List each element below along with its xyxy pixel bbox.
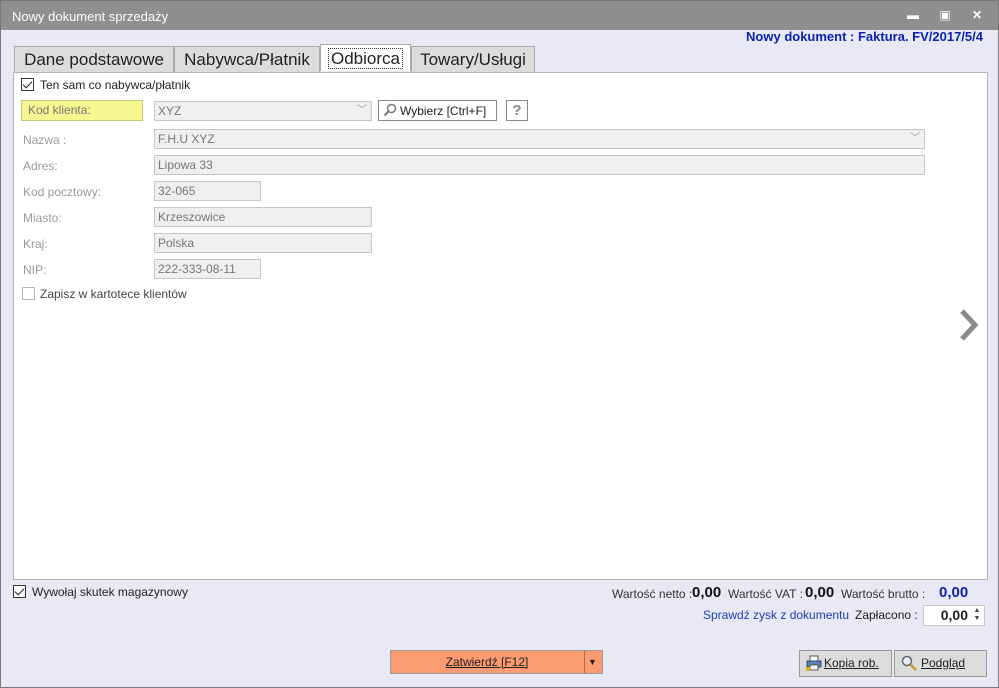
window-title: Nowy dokument sprzedaży [12,9,169,24]
city-field[interactable]: Krzeszowice [154,207,372,227]
tab-nabywca-platnik[interactable]: Nabywca/Płatnik [174,46,320,72]
tab-odbiorca[interactable]: Odbiorca [320,44,411,71]
preview-label: Podgląd [921,656,966,670]
paid-label: Zapłacono : [855,608,918,622]
document-header: Nowy dokument : Faktura. FV/2017/5/4 [746,29,983,44]
confirm-label: Zatwierdź [F12] [445,655,529,669]
postal-code-field[interactable]: 32-065 [154,181,261,201]
same-as-buyer-label: Ten sam co nabywca/płatnik [40,78,191,92]
gross-value-label: Wartość brutto : [841,587,926,601]
maximize-icon[interactable]: ▣ [936,7,954,23]
tab-dane-podstawowe[interactable]: Dane podstawowe [14,46,174,72]
preview-button[interactable]: Podgląd [894,650,987,677]
name-label: Nazwa : [23,133,67,147]
working-copy-button[interactable]: Kopia rob. [799,650,892,677]
paid-amount-value: 0,00 [940,607,968,623]
chevron-down-icon: ﹀ [357,105,367,116]
next-page-chevron-icon[interactable] [957,308,981,348]
title-bar[interactable]: Nowy dokument sprzedaży ▬ ▣ ✕ [1,1,998,30]
name-combo[interactable]: F.H.U XYZ ﹀ [154,129,925,149]
close-icon[interactable]: ✕ [968,7,986,23]
vat-value: 0,00 [805,584,835,601]
gross-value: 0,00 [939,584,969,601]
city-label: Miasto: [23,211,62,225]
printer-icon [806,655,822,671]
recipient-panel: Ten sam co nabywca/płatnik Kod klienta: … [13,72,988,580]
working-copy-label: Kopia rob. [824,656,879,670]
net-value: 0,00 [692,584,722,601]
tab-towary-uslugi[interactable]: Towary/Usługi [411,46,535,72]
help-button[interactable]: ? [506,100,528,121]
country-label: Kraj: [23,237,48,251]
paid-amount-input[interactable]: 0,00 ▲ ▼ [923,605,985,626]
client-code-label: Kod klienta: [21,100,143,121]
tab-label: Nabywca/Płatnik [184,50,310,69]
spinner-arrows-icon[interactable]: ▲ ▼ [971,607,983,624]
stock-effect-checkbox[interactable] [13,585,26,598]
sales-document-window: Nowy dokument sprzedaży ▬ ▣ ✕ Nowy dokum… [0,0,999,688]
minimize-icon[interactable]: ▬ [904,7,922,23]
nip-field[interactable]: 222-333-08-11 [154,259,261,279]
address-label: Adres: [23,159,58,173]
nip-label: NIP: [23,263,47,277]
check-profit-link[interactable]: Sprawdź zysk z dokumentu [703,608,849,622]
magnifier-icon [383,103,397,117]
client-code-combo[interactable]: XYZ ﹀ [154,101,372,121]
tab-label: Odbiorca [328,48,403,69]
tab-label: Towary/Usługi [420,50,526,69]
vat-value-label: Wartość VAT : [728,587,803,601]
confirm-button[interactable]: Zatwierdź [F12] ▼ [390,650,603,674]
choose-client-button[interactable]: Wybierz [Ctrl+F] [378,100,497,121]
choose-client-label: Wybierz [Ctrl+F] [400,104,487,118]
name-value: F.H.U XYZ [158,132,215,146]
client-code-value: XYZ [158,104,182,118]
postal-code-label: Kod pocztowy: [23,185,102,199]
save-to-clients-checkbox[interactable] [22,287,35,300]
split-divider [584,651,585,673]
country-field[interactable]: Polska [154,233,372,253]
chevron-down-icon: ﹀ [910,133,920,144]
address-field[interactable]: Lipowa 33 [154,155,925,175]
magnifier-icon [901,655,917,671]
stock-effect-label: Wywołaj skutek magazynowy [32,585,188,599]
dropdown-arrow-icon[interactable]: ▼ [588,651,597,673]
same-as-buyer-checkbox[interactable] [21,78,34,91]
net-value-label: Wartość netto : [612,587,693,601]
save-to-clients-label: Zapisz w kartotece klientów [40,287,187,301]
tab-label: Dane podstawowe [24,50,164,69]
help-icon: ? [512,102,522,119]
